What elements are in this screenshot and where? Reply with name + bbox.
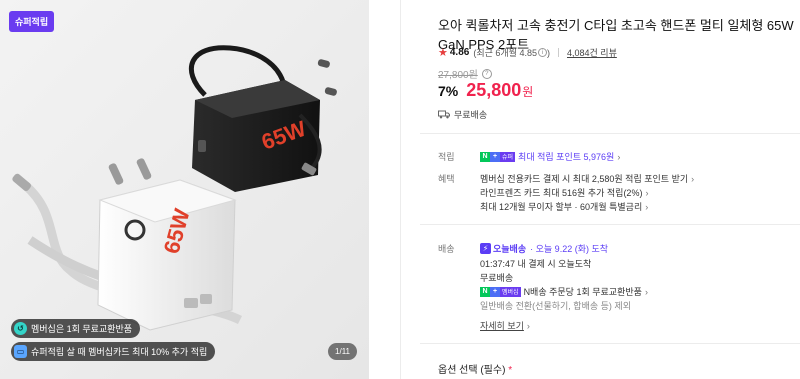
delivery-detail-link[interactable]: 자세히 보기 › — [480, 319, 530, 332]
point-label: 적립 — [438, 152, 455, 162]
product-image-gallery[interactable]: 65W 65W 슈퍼적립 ↺ 멤버십은 1회 무료교환반품 ▭ 슈퍼적립 살 때… — [0, 0, 369, 379]
delivery-fee: 무료배송 — [480, 273, 514, 283]
section-divider — [420, 133, 800, 134]
chevron-right-icon: › — [617, 151, 621, 162]
info-icon[interactable]: i — [537, 48, 547, 57]
benefit-item[interactable]: 라인프렌즈 카드 최대 516원 추가 적립(2%) › — [480, 186, 648, 199]
chevron-right-icon: › — [526, 320, 530, 331]
rating-recent: (최근 6개월 4.85 — [473, 48, 537, 58]
rating-value: 4.86 — [449, 47, 470, 58]
arrival-date: · 오늘 9.22 (화) 도착 — [530, 244, 609, 254]
price-unit: 원 — [522, 85, 534, 99]
today-delivery-badge: ⚡ 오늘배송 — [480, 242, 526, 255]
membership-return-text: 멤버십은 1회 무료교환반품 — [31, 324, 133, 334]
cutoff-time: 01:37:47 내 결제 시 오늘도착 — [480, 259, 592, 269]
panel-divider — [400, 0, 401, 379]
benefit-label: 혜택 — [438, 174, 455, 184]
sale-price: 25,800 — [466, 80, 522, 100]
price-row: 7% 25,800 원 — [438, 80, 533, 101]
membership-return-chip[interactable]: ↺ 멤버십은 1회 무료교환반품 — [11, 319, 141, 338]
benefit-item[interactable]: 멤버십 전용카드 결제 시 최대 2,580원 적립 포인트 받기 › — [480, 172, 694, 185]
shipping-fee-text: 무료배송 — [454, 110, 488, 120]
npay-return-row[interactable]: N + 멤버십 N배송 주문당 1회 무료교환반품 › — [480, 285, 648, 298]
separator — [557, 48, 559, 57]
required-mark: * — [508, 365, 513, 376]
price-info-icon[interactable]: ? — [481, 68, 492, 79]
max-point-text: 최대 적립 포인트 5,976원 — [518, 152, 615, 162]
chevron-right-icon: › — [691, 173, 695, 184]
membership-card-text: 슈퍼적립 살 때 멤버십카드 최대 10% 추가 적립 — [31, 347, 208, 357]
original-price-row: 27,800원 ? — [438, 66, 492, 81]
bolt-icon: ⚡ — [480, 243, 491, 254]
today-delivery-row: ⚡ 오늘배송 · 오늘 9.22 (화) 도착 — [480, 242, 608, 255]
npay-membership-badge: N + 멤버십 — [480, 286, 521, 297]
point-row[interactable]: N + 슈퍼 최대 적립 포인트 5,976원 › — [480, 150, 620, 163]
benefit-item[interactable]: 최대 12개월 무이자 할부 · 60개월 특별금리 › — [480, 200, 648, 213]
truck-icon — [438, 110, 450, 119]
option-label-text: 옵션 선택 (필수) — [438, 365, 506, 376]
delivery-label: 배송 — [438, 244, 455, 254]
star-icon: ★ — [438, 47, 448, 59]
npay-plus-badge: N + 슈퍼 — [480, 151, 516, 162]
section-divider — [420, 343, 800, 344]
rating-row: ★ 4.86 (최근 6개월 4.85 i ) 4,084건 리뷰 — [438, 46, 617, 59]
chevron-right-icon: › — [645, 187, 649, 198]
rating-recent-close: ) — [546, 47, 550, 58]
discount-rate: 7% — [438, 83, 459, 99]
delivery-note: 일반배송 전환(선물하기, 합배송 등) 제외 — [480, 301, 631, 311]
membership-card-chip[interactable]: ▭ 슈퍼적립 살 때 멤버십카드 최대 10% 추가 적립 — [11, 342, 216, 361]
npay-return-text: N배송 주문당 1회 무료교환반품 — [523, 287, 642, 297]
option-select[interactable]: 옵션 선택 (필수) * — [438, 361, 512, 376]
shipping-fee-row: 무료배송 — [438, 108, 487, 121]
review-count-link[interactable]: 4,084건 리뷰 — [567, 46, 617, 59]
original-price: 27,800원 — [438, 70, 478, 81]
section-divider — [420, 224, 800, 225]
chevron-right-icon: › — [645, 201, 649, 212]
card-icon: ▭ — [14, 345, 27, 358]
chevron-right-icon: › — [644, 286, 648, 297]
membership-icon: ↺ — [14, 322, 27, 335]
super-point-badge: 슈퍼적립 — [9, 11, 55, 32]
image-counter: 1/11 — [328, 343, 357, 360]
